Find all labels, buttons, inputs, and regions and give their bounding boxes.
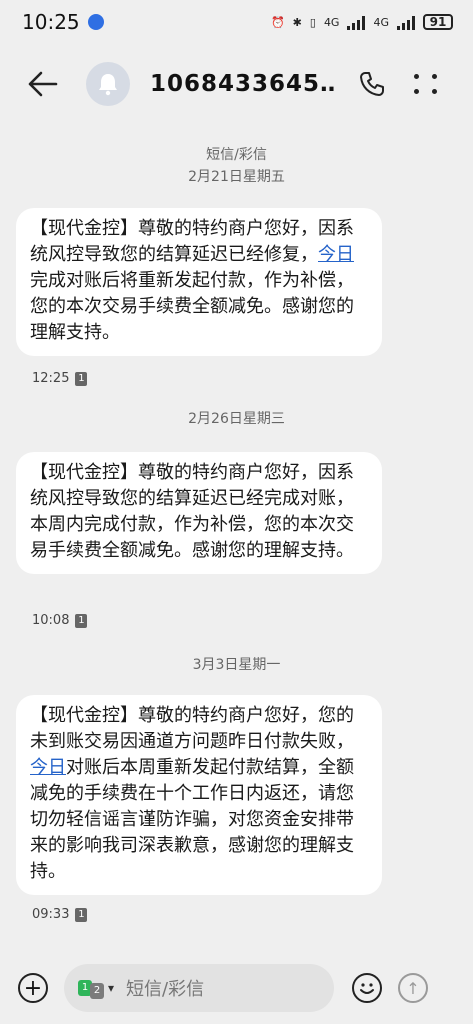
contact-number[interactable]: 1068433645… xyxy=(150,71,335,97)
network-type-1: 4G xyxy=(323,15,340,29)
phone-call-icon[interactable] xyxy=(349,61,395,107)
contact-avatar[interactable] xyxy=(86,62,130,106)
message-bubble[interactable]: 【现代金控】尊敬的特约商户您好，因系统风控导致您的结算延迟已经修复，今日完成对账… xyxy=(16,208,382,356)
status-left: 10:25 xyxy=(22,10,104,34)
network-type-2: 4G xyxy=(373,15,389,29)
alarm-icon: ⏰ xyxy=(270,15,285,29)
date-link[interactable]: 今日 xyxy=(318,244,354,265)
message-bubble[interactable]: 【现代金控】尊敬的特约商户您好，因系统风控导致您的结算延迟已经完成对账，本周内完… xyxy=(16,452,382,574)
send-button[interactable]: ↑ xyxy=(398,973,428,1003)
more-options-icon[interactable] xyxy=(407,61,447,107)
conversation-header: 1068433645… xyxy=(0,50,473,118)
sim-2-icon: 2 xyxy=(90,983,104,999)
message-timestamp: 09:33 1 xyxy=(32,907,88,922)
dropdown-caret-icon: ▾ xyxy=(108,981,115,995)
send-arrow-icon: ↑ xyxy=(406,978,420,998)
message-bubble[interactable]: 【现代金控】尊敬的特约商户您好，您的未到账交易因通道方问题昨日付款失败，今日对账… xyxy=(16,695,382,895)
app-notification-icon xyxy=(87,14,104,30)
date-separator: 3月3日星期一 xyxy=(192,657,281,673)
status-time: 10:25 xyxy=(22,10,80,34)
vibrate-icon: ▯ xyxy=(309,15,316,29)
sim-card-icon: 1 xyxy=(75,907,88,922)
sim-selector[interactable]: 1 2 ▾ xyxy=(78,977,114,999)
date-separator: 2月21日星期五 xyxy=(188,169,285,185)
plus-icon: + xyxy=(23,975,43,1001)
signal-icon-1 xyxy=(347,14,366,30)
date-separator: 2月26日星期三 xyxy=(188,411,285,427)
add-attachment-button[interactable]: + xyxy=(18,973,48,1003)
message-input[interactable]: 1 2 ▾ 短信/彩信 xyxy=(64,964,334,1012)
back-arrow-icon[interactable] xyxy=(20,61,66,107)
bell-icon xyxy=(99,74,117,96)
signal-icon-2 xyxy=(397,14,415,30)
status-bar: 10:25 ⏰ ✱ ▯ 4G 4G 91 xyxy=(0,0,473,44)
battery-icon: 91 xyxy=(423,14,453,30)
sim-card-icon: 1 xyxy=(75,371,88,386)
bluetooth-icon: ✱ xyxy=(292,15,302,29)
message-type-label: 短信/彩信 xyxy=(206,147,267,163)
message-timestamp: 12:25 1 xyxy=(32,371,88,386)
status-right: ⏰ ✱ ▯ 4G 4G 91 xyxy=(271,14,453,30)
emoji-button[interactable] xyxy=(352,973,382,1003)
message-timestamp: 10:08 1 xyxy=(32,613,88,628)
input-placeholder: 短信/彩信 xyxy=(126,979,205,1000)
sim-card-icon: 1 xyxy=(75,613,88,628)
smiley-icon xyxy=(360,983,374,994)
composer-bar: + 1 2 ▾ 短信/彩信 ↑ xyxy=(0,952,473,1024)
date-link[interactable]: 今日 xyxy=(30,757,66,778)
